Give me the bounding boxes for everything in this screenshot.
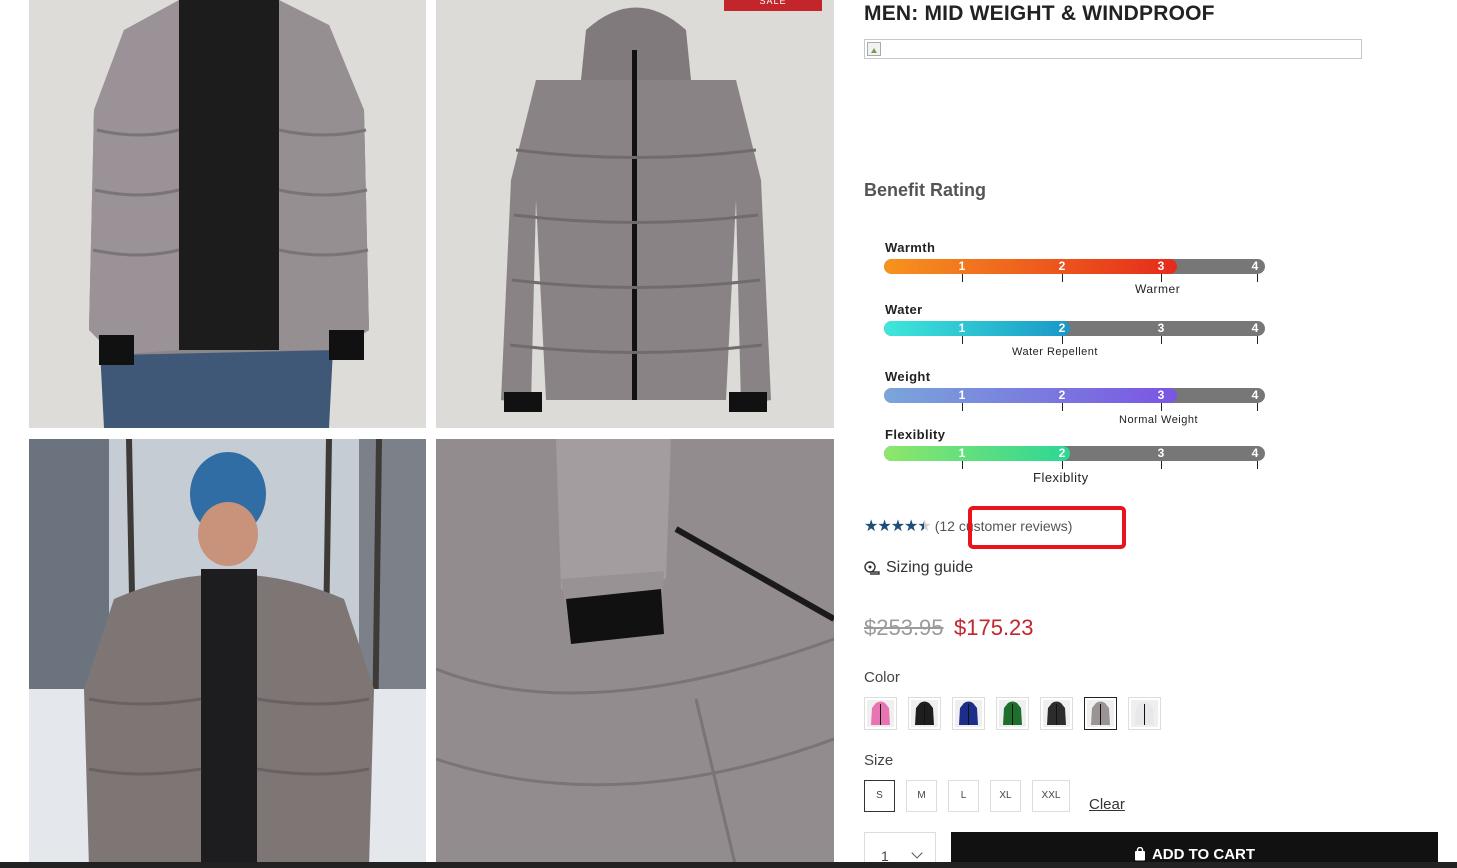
broken-image-placeholder (864, 39, 1362, 59)
rating-caption: Water Repellent (1012, 346, 1098, 358)
scale-4: 4 (1251, 259, 1259, 273)
tick-2 (1062, 274, 1063, 282)
product-image-jacket-flat[interactable] (436, 0, 834, 428)
scale-4: 4 (1251, 388, 1259, 402)
scale-3: 3 (1157, 388, 1165, 402)
rating-label: Warmth (885, 240, 936, 255)
swatch-jacket-icon (1043, 700, 1070, 727)
tick-1 (962, 461, 963, 469)
tick-2 (1062, 461, 1063, 469)
scale-2: 2 (1058, 446, 1066, 460)
scale-2: 2 (1058, 321, 1066, 335)
rating-fill (884, 388, 1177, 403)
full-stars: ★★★★ (864, 518, 918, 535)
scale-3: 3 (1157, 259, 1165, 273)
color-swatch-grey[interactable] (1084, 697, 1117, 730)
sizing-guide-link[interactable]: Sizing guide (864, 559, 973, 577)
tick-3 (1161, 461, 1162, 469)
swatch-jacket-icon (999, 700, 1026, 727)
benefit-rating-heading: Benefit Rating (864, 180, 987, 200)
rating-caption: Flexiblity (1033, 470, 1089, 485)
product-image-detail[interactable] (436, 439, 834, 868)
scale-4: 4 (1251, 321, 1259, 335)
color-swatch-white[interactable] (1128, 697, 1161, 730)
color-swatch-black[interactable] (908, 697, 941, 730)
sizing-guide-label: Sizing guide (886, 559, 974, 576)
chevron-down-icon (911, 847, 923, 859)
size-button-xxl[interactable]: XXL (1032, 780, 1070, 812)
tick-1 (962, 274, 963, 282)
swatch-jacket-icon (1131, 700, 1158, 727)
tick-4 (1257, 274, 1258, 282)
scale-4: 4 (1251, 446, 1259, 460)
tick-4 (1257, 403, 1258, 411)
tick-3 (1161, 336, 1162, 344)
product-page: SALE MEN: MID WEIGHT & WINDPROOF Benefit… (0, 0, 1457, 868)
tick-2 (1062, 403, 1063, 411)
product-title: MEN: MID WEIGHT & WINDPROOF (864, 2, 1215, 25)
rating-bar (884, 388, 1265, 403)
star-rating-icon: ★★★★★ (864, 516, 932, 536)
tick-4 (1257, 336, 1258, 344)
shopping-bag-icon (1134, 847, 1145, 861)
scale-2: 2 (1058, 388, 1066, 402)
broken-image-icon (867, 42, 881, 56)
scale-1: 1 (958, 446, 966, 460)
size-button-s[interactable]: S (864, 780, 895, 812)
rating-label: Water (885, 302, 923, 317)
sale-price: $175.23 (954, 615, 1034, 640)
rating-caption: Warmer (1135, 282, 1181, 296)
swatch-jacket-icon (867, 700, 894, 727)
product-image-model-snow[interactable] (29, 439, 426, 868)
page-bottom-bar (0, 862, 1457, 868)
tick-3 (1161, 403, 1162, 411)
add-to-cart-label: ADD TO CART (1151, 845, 1256, 863)
tick-3 (1161, 274, 1162, 282)
measuring-tape-icon (864, 561, 880, 575)
scale-3: 3 (1157, 321, 1165, 335)
scale-3: 3 (1157, 446, 1165, 460)
rating-fill (884, 321, 1070, 336)
rating-label: Weight (885, 369, 931, 384)
size-button-l[interactable]: L (948, 780, 979, 812)
rating-fill (884, 259, 1177, 274)
rating-fill (884, 446, 1070, 461)
rating-bar (884, 259, 1265, 274)
original-price: $253.95 (864, 615, 944, 640)
product-image-model-front[interactable] (29, 0, 426, 428)
color-swatch-pink[interactable] (864, 697, 897, 730)
swatch-jacket-icon (1087, 700, 1114, 727)
swatch-jacket-icon (955, 700, 982, 727)
scale-1: 1 (958, 321, 966, 335)
tick-4 (1257, 461, 1258, 469)
tick-1 (962, 336, 963, 344)
scale-1: 1 (958, 388, 966, 402)
swatch-jacket-icon (911, 700, 938, 727)
highlight-box (968, 506, 1126, 549)
tick-1 (962, 403, 963, 411)
rating-bar (884, 446, 1265, 461)
sale-badge: SALE (724, 0, 822, 11)
rating-label: Flexiblity (885, 427, 946, 442)
rating-caption: Normal Weight (1119, 414, 1199, 426)
size-label: Size (864, 752, 894, 769)
scale-2: 2 (1058, 259, 1066, 273)
size-button-m[interactable]: M (906, 780, 937, 812)
color-swatch-charcoal[interactable] (1040, 697, 1073, 730)
size-button-xl[interactable]: XL (990, 780, 1021, 812)
color-label: Color (864, 669, 900, 686)
scale-1: 1 (958, 259, 966, 273)
clear-selection-link[interactable]: Clear (1089, 796, 1125, 813)
half-star: ★ (917, 518, 931, 535)
color-swatch-navy[interactable] (952, 697, 985, 730)
rating-bar (884, 321, 1265, 336)
color-swatch-green[interactable] (996, 697, 1029, 730)
tick-2 (1062, 336, 1063, 344)
